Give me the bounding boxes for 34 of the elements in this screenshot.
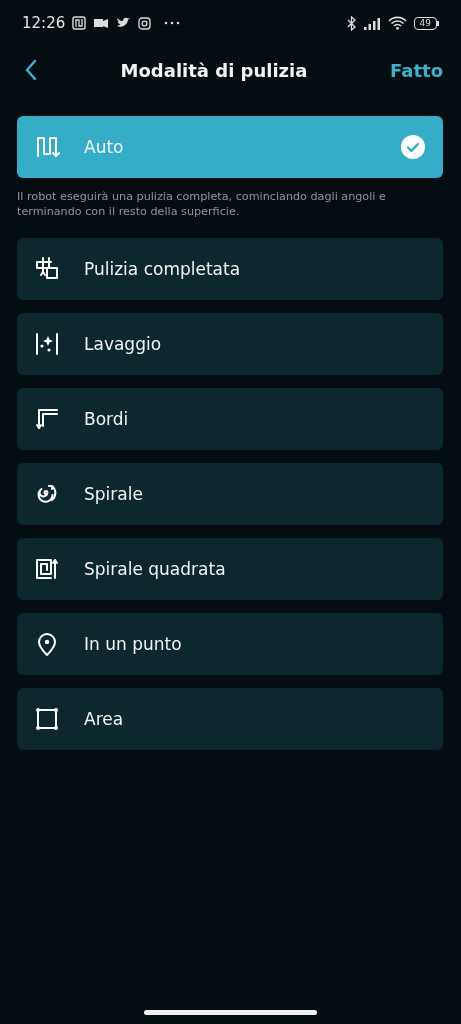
cleaning-mode-item[interactable]: Bordi: [17, 388, 443, 450]
signal-icon: [362, 16, 381, 30]
wifi-icon: [387, 16, 407, 30]
cleaning-mode-item[interactable]: Lavaggio: [17, 313, 443, 375]
mode-label: Spirale: [84, 484, 144, 504]
back-button[interactable]: [24, 59, 38, 81]
check-icon: [401, 135, 425, 159]
grid-path-icon: [34, 256, 60, 282]
nfc-icon: [72, 16, 87, 30]
mode-label: Auto: [84, 137, 125, 157]
bluetooth-icon: [346, 15, 356, 31]
status-time: 12:26: [22, 14, 66, 32]
zigzag-path-icon: [34, 134, 60, 160]
more-icon: [164, 21, 181, 25]
mode-label: In un punto: [84, 634, 183, 654]
mode-label: Bordi: [84, 409, 130, 429]
mode-description: Il robot eseguirà una pulizia completa, cominciando dagli angoli e terminando con il resto della superficie.: [17, 189, 387, 219]
square-spiral-icon: [34, 556, 60, 582]
mode-label: Pulizia completata: [84, 259, 242, 279]
done-button[interactable]: Fatto: [390, 59, 443, 81]
bird-icon: [116, 17, 132, 29]
sparkle-icon: [34, 331, 60, 357]
mode-label: Lavaggio: [84, 334, 163, 354]
cleaning-mode-item[interactable]: Spirale: [17, 463, 443, 525]
mode-label: Area: [84, 709, 125, 729]
cleaning-mode-item[interactable]: In un punto: [17, 613, 443, 675]
cleaning-mode-item[interactable]: Area: [17, 688, 443, 750]
cleaning-mode-item[interactable]: Spirale quadrata: [17, 538, 443, 600]
corner-path-icon: [34, 406, 60, 432]
camera-icon: [138, 16, 152, 30]
area-square-icon: [34, 706, 60, 732]
cleaning-mode-item[interactable]: Pulizia completata: [17, 238, 443, 300]
mode-label: Spirale quadrata: [84, 559, 227, 579]
screen-title: Modalità di pulizia: [119, 59, 309, 81]
